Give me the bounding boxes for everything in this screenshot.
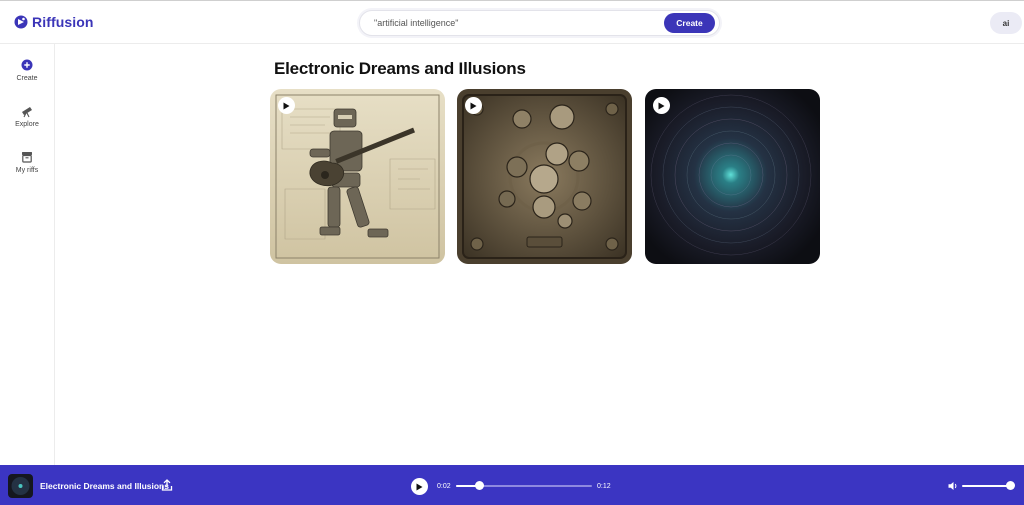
volume-icon[interactable] (948, 481, 959, 491)
player-bar: Electronic Dreams and Illusions 0:02 0:1… (0, 465, 1024, 505)
riff-card[interactable] (270, 89, 445, 264)
telescope-icon (20, 104, 34, 118)
archive-box-icon (20, 150, 34, 164)
app-name: Riffusion (32, 14, 94, 30)
play-icon (470, 102, 477, 109)
track-duration: 0:12 (597, 483, 611, 490)
cosmic-vortex-artwork (645, 89, 820, 264)
plus-circle-icon (20, 58, 34, 72)
play-icon (416, 483, 423, 490)
steampunk-gears-artwork (457, 89, 632, 264)
sidebar-item-label: My riffs (15, 167, 39, 174)
now-playing-title: Electronic Dreams and Illusions (40, 481, 169, 491)
current-time: 0:02 (437, 483, 451, 490)
play-icon (283, 102, 290, 109)
volume-handle[interactable] (1006, 481, 1015, 490)
page-title: Electronic Dreams and Illusions (274, 59, 526, 78)
robot-guitar-artwork (270, 89, 445, 264)
search-bar: Create (359, 10, 720, 36)
top-bar: Riffusion Create ai (0, 0, 1024, 44)
sidebar-item-my-riffs[interactable]: My riffs (0, 150, 54, 174)
progress-handle[interactable] (475, 481, 485, 490)
sidebar-item-label: Explore (15, 121, 39, 128)
play-button[interactable] (653, 97, 670, 114)
sidebar: Create Explore My riffs (0, 44, 55, 465)
sidebar-item-label: Create (16, 75, 38, 82)
riffusion-logo[interactable]: Riffusion (14, 12, 94, 32)
sidebar-item-explore[interactable]: Explore (0, 104, 54, 128)
volume-slider[interactable] (962, 481, 1015, 490)
play-pause-button[interactable] (411, 478, 428, 495)
play-button[interactable] (465, 97, 482, 114)
play-button[interactable] (278, 97, 295, 114)
play-icon (658, 102, 665, 109)
search-input[interactable] (374, 11, 654, 35)
riff-card[interactable] (645, 89, 820, 264)
now-playing-thumbnail (8, 474, 33, 498)
sidebar-item-create[interactable]: Create (0, 58, 54, 82)
riffusion-logo-icon (14, 15, 28, 29)
progress-slider[interactable] (456, 481, 592, 490)
riff-card[interactable] (457, 89, 632, 264)
user-avatar[interactable]: ai (990, 12, 1022, 34)
create-button[interactable]: Create (664, 13, 715, 33)
share-icon[interactable] (161, 479, 173, 491)
